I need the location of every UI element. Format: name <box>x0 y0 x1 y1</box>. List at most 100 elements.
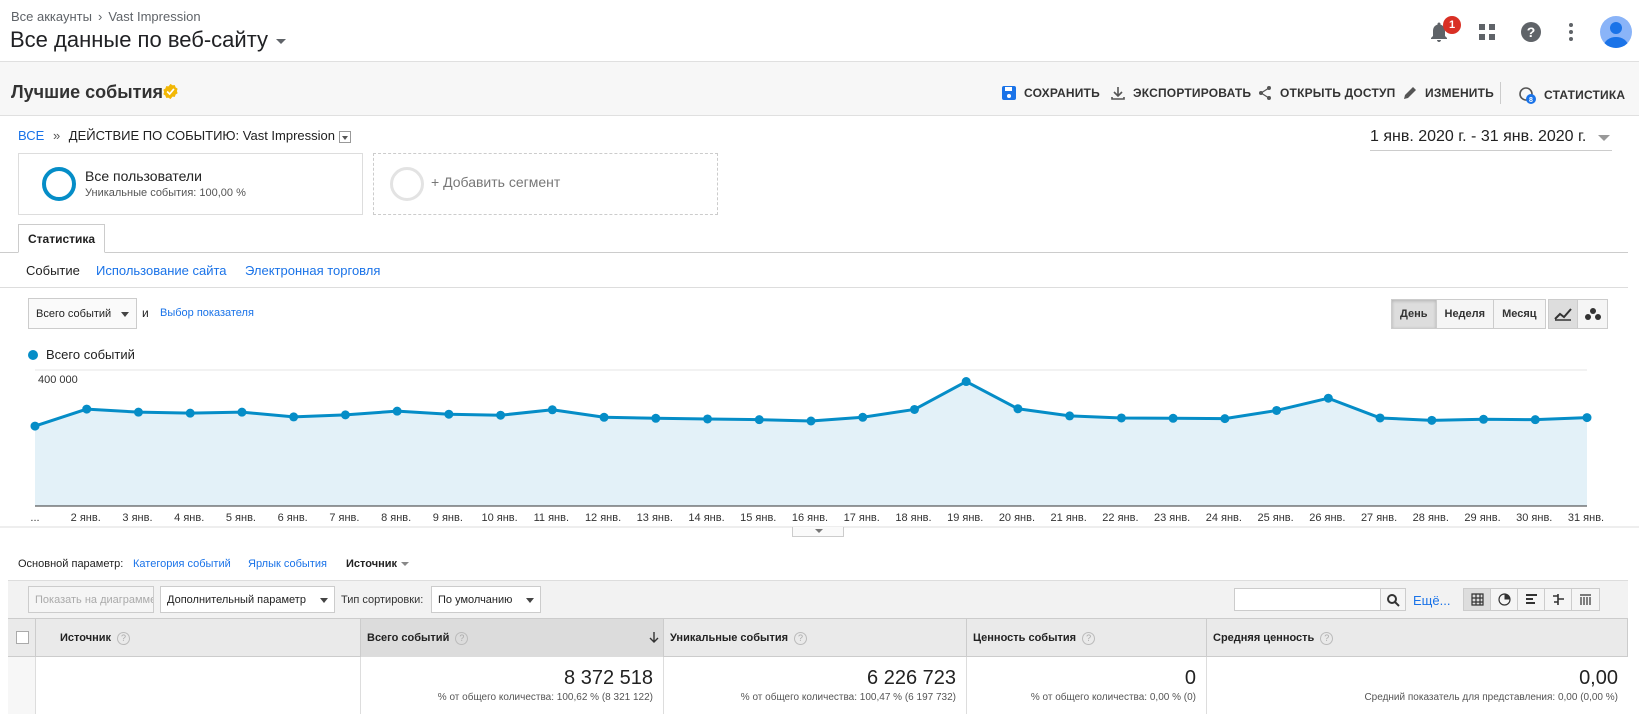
x-tick-label: 19 янв. <box>947 512 983 524</box>
breadcrumb-account[interactable]: Vast Impression <box>108 9 200 24</box>
bubble-chart-icon <box>1584 308 1601 320</box>
select-all-cell <box>8 619 36 657</box>
primary-dimension-label: Основной параметр: <box>18 558 124 570</box>
period-day-button[interactable]: День <box>1392 300 1437 328</box>
edit-button[interactable]: ИЗМЕНИТЬ <box>1402 85 1494 101</box>
top-bar: Все аккаунты › Vast Impression Все данные … <box>0 0 1639 62</box>
date-range-picker[interactable]: 1 янв. 2020 г. - 31 янв. 2020 г. <box>1370 128 1612 151</box>
insights-button[interactable]: 8 СТАТИСТИКА <box>1517 85 1625 105</box>
breadcrumb-root[interactable]: Все аккаунты <box>11 9 92 24</box>
caret-down-icon <box>401 562 410 567</box>
column-header-total-events[interactable]: Всего событий? <box>361 619 664 657</box>
table-view-performance-button[interactable] <box>1518 589 1545 610</box>
add-segment-button[interactable]: + Добавить сегмент <box>373 153 718 215</box>
data-point <box>858 412 868 422</box>
sort-type-label: Тип сортировки: <box>341 594 424 606</box>
save-button[interactable]: СОХРАНИТЬ <box>1001 85 1100 101</box>
dimension-event-label[interactable]: Ярлык события <box>248 558 327 570</box>
x-tick-label: 7 янв. <box>329 512 359 524</box>
view-selector[interactable]: Все данные по веб-сайту <box>10 27 287 53</box>
segment-all-users[interactable]: Все пользователи Уникальные события: 100… <box>18 153 363 215</box>
column-header-unique-events[interactable]: Уникальные события? <box>664 619 967 657</box>
metric-conjunction: и <box>142 306 149 320</box>
share-label: ОТКРЫТЬ ДОСТУП <box>1280 86 1396 100</box>
x-tick-label: 20 янв. <box>999 512 1035 524</box>
insights-badge: 8 <box>1529 97 1533 104</box>
breadcrumb-separator: » <box>52 128 61 143</box>
share-button[interactable]: ОТКРЫТЬ ДОСТУП <box>1257 85 1396 101</box>
secondary-dimension-select[interactable]: Дополнительный параметр <box>160 586 335 613</box>
period-toggle: День Неделя Месяц <box>1391 299 1546 329</box>
more-vertical-icon[interactable] <box>1559 20 1583 44</box>
column-header-event-value[interactable]: Ценность события? <box>967 619 1207 657</box>
account-breadcrumb[interactable]: Все аккаунты › Vast Impression <box>11 9 201 24</box>
x-tick-label: 8 янв. <box>381 512 411 524</box>
select-all-checkbox[interactable] <box>16 631 29 644</box>
column-header-avg-value[interactable]: Средняя ценность? <box>1207 619 1628 657</box>
caret-down-icon <box>320 598 328 603</box>
data-point <box>289 412 299 422</box>
more-link[interactable]: Ещё... <box>1413 593 1450 608</box>
data-point <box>651 413 661 423</box>
data-point <box>547 405 557 415</box>
x-tick-label: 11 янв. <box>534 512 569 524</box>
period-week-button[interactable]: Неделя <box>1436 300 1495 328</box>
table-view-pivot-button[interactable] <box>1572 589 1599 610</box>
data-point <box>82 404 92 414</box>
dimension-source[interactable]: Источник <box>346 558 410 570</box>
help-icon[interactable]: ? <box>1519 20 1543 44</box>
chart-collapse-handle[interactable] <box>792 527 844 537</box>
help-icon[interactable]: ? <box>1082 632 1096 645</box>
plot-rows-button[interactable]: Показать на диаграмме <box>28 586 154 613</box>
column-unique-events-label: Уникальные события <box>670 632 789 644</box>
sort-type-select[interactable]: По умолчанию <box>431 586 541 613</box>
x-tick-label: 2 янв. <box>71 512 101 524</box>
tab-statistics[interactable]: Статистика <box>18 224 106 253</box>
view-title[interactable]: Все данные по веб-сайту <box>10 27 268 52</box>
segment-name: Все пользователи <box>85 168 202 184</box>
event-value-value: 0 <box>1184 667 1196 689</box>
totals-select-cell <box>8 657 36 714</box>
data-point <box>1168 413 1178 423</box>
data-point <box>1220 414 1230 424</box>
apps-grid-icon[interactable] <box>1475 20 1499 44</box>
help-icon[interactable]: ? <box>117 632 131 645</box>
pivot-icon <box>1580 594 1591 605</box>
motion-chart-button[interactable] <box>1578 300 1607 328</box>
x-tick-label: 27 янв. <box>1361 512 1397 524</box>
help-icon[interactable]: ? <box>1320 632 1334 645</box>
column-header-source[interactable]: Источник? <box>36 619 361 657</box>
data-point <box>133 407 143 417</box>
subtab-site-usage[interactable]: Использование сайта <box>96 263 227 278</box>
table-search-button[interactable] <box>1380 588 1406 611</box>
table-view-pie-button[interactable] <box>1491 589 1518 610</box>
subtab-ecommerce[interactable]: Электронная торговля <box>245 263 380 278</box>
avatar[interactable] <box>1600 16 1632 48</box>
metric-select[interactable]: Всего событий <box>28 298 137 329</box>
export-button[interactable]: ЭКСПОРТИРОВАТЬ <box>1110 85 1251 101</box>
period-month-button[interactable]: Месяц <box>1494 300 1545 328</box>
event-value-sub: % от общего количества: 0,00 % (0) <box>1030 692 1196 703</box>
subtab-event[interactable]: Событие <box>26 263 80 278</box>
dropdown-caret-icon[interactable] <box>339 130 352 143</box>
x-tick-label: 26 янв. <box>1309 512 1345 524</box>
x-tick-label: 22 янв. <box>1102 512 1138 524</box>
help-icon[interactable]: ? <box>794 632 808 645</box>
line-chart-button[interactable] <box>1549 300 1578 328</box>
x-tick-label: ... <box>30 512 39 524</box>
date-range-text: 1 янв. 2020 г. - 31 янв. 2020 г. <box>1370 128 1587 145</box>
user-avatar-icon <box>1604 22 1628 48</box>
events-chart: 400 000200 000...2 янв.3 янв.4 янв.5 янв… <box>0 369 1639 528</box>
x-tick-label: 6 янв. <box>278 512 308 524</box>
breadcrumb-all-link[interactable]: ВСЕ <box>18 128 44 143</box>
help-icon[interactable]: ? <box>455 632 469 645</box>
select-metric-link[interactable]: Выбор показателя <box>160 307 254 319</box>
table-view-comparison-button[interactable] <box>1545 589 1572 610</box>
data-point <box>1427 415 1437 425</box>
table-view-data-button[interactable] <box>1464 589 1491 610</box>
totals-row: 8 372 518 % от общего количества: 100,62… <box>8 657 1628 714</box>
chevron-right-icon: › <box>97 9 103 24</box>
dimension-event-category[interactable]: Категория событий <box>133 558 231 570</box>
column-total-events-label: Всего событий <box>367 632 450 644</box>
x-tick-label: 15 янв. <box>740 512 776 524</box>
